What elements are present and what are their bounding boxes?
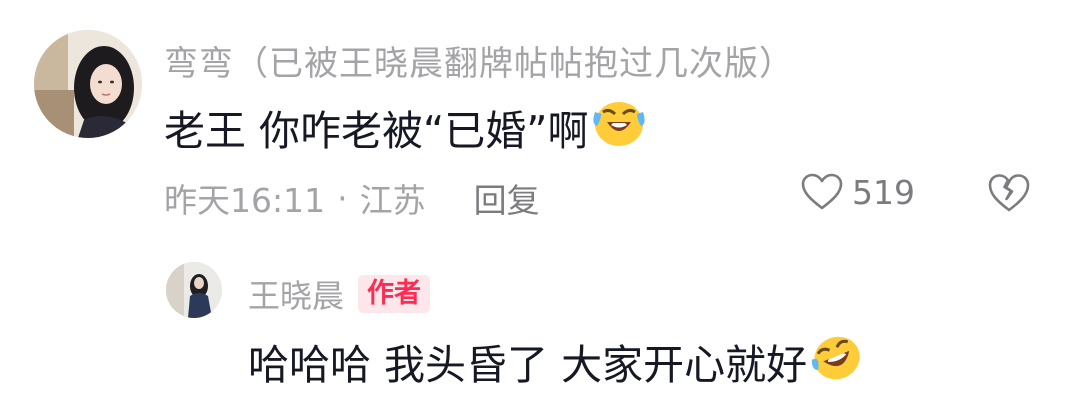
comment-time: 昨天16:11 — [164, 181, 326, 220]
comment-meta: 昨天16:11 · 江苏 回复 — [164, 174, 540, 222]
reply-avatar[interactable] — [166, 262, 222, 318]
broken-heart-icon — [988, 174, 1030, 212]
meta-separator: · — [337, 178, 348, 218]
comment-text-content: 老王 你咋老被“已婚”啊 — [164, 107, 589, 155]
author-badge: 作者 — [358, 275, 431, 313]
reply-username[interactable]: 王晓晨 — [248, 271, 344, 317]
avatar[interactable] — [34, 30, 142, 138]
like-button[interactable]: 519 — [800, 172, 915, 212]
reply-text: 哈哈哈 我头昏了 大家开心就好 — [248, 330, 865, 392]
reply-text-content: 哈哈哈 我头昏了 大家开心就好 — [248, 341, 808, 389]
comment-text: 老王 你咋老被“已婚”啊 — [164, 96, 647, 158]
reply-avatar-image — [166, 262, 222, 318]
heart-icon — [801, 173, 843, 210]
comment-username[interactable]: 弯弯（已被王晓晨翻牌帖帖抱过几次版） — [164, 36, 794, 85]
comment-section: 弯弯（已被王晓晨翻牌帖帖抱过几次版） 老王 你咋老被“已婚”啊 昨天16:11 … — [0, 0, 1088, 405]
reply-button[interactable]: 回复 — [474, 174, 540, 222]
rolling-laughing-emoji-icon — [809, 330, 865, 392]
like-count: 519 — [852, 172, 915, 212]
comment-location: 江苏 — [359, 181, 426, 220]
avatar-image — [34, 30, 142, 138]
dislike-button[interactable] — [986, 172, 1032, 218]
crying-laughing-emoji-icon — [591, 96, 647, 158]
reply-username-row: 王晓晨 作者 — [248, 271, 431, 317]
